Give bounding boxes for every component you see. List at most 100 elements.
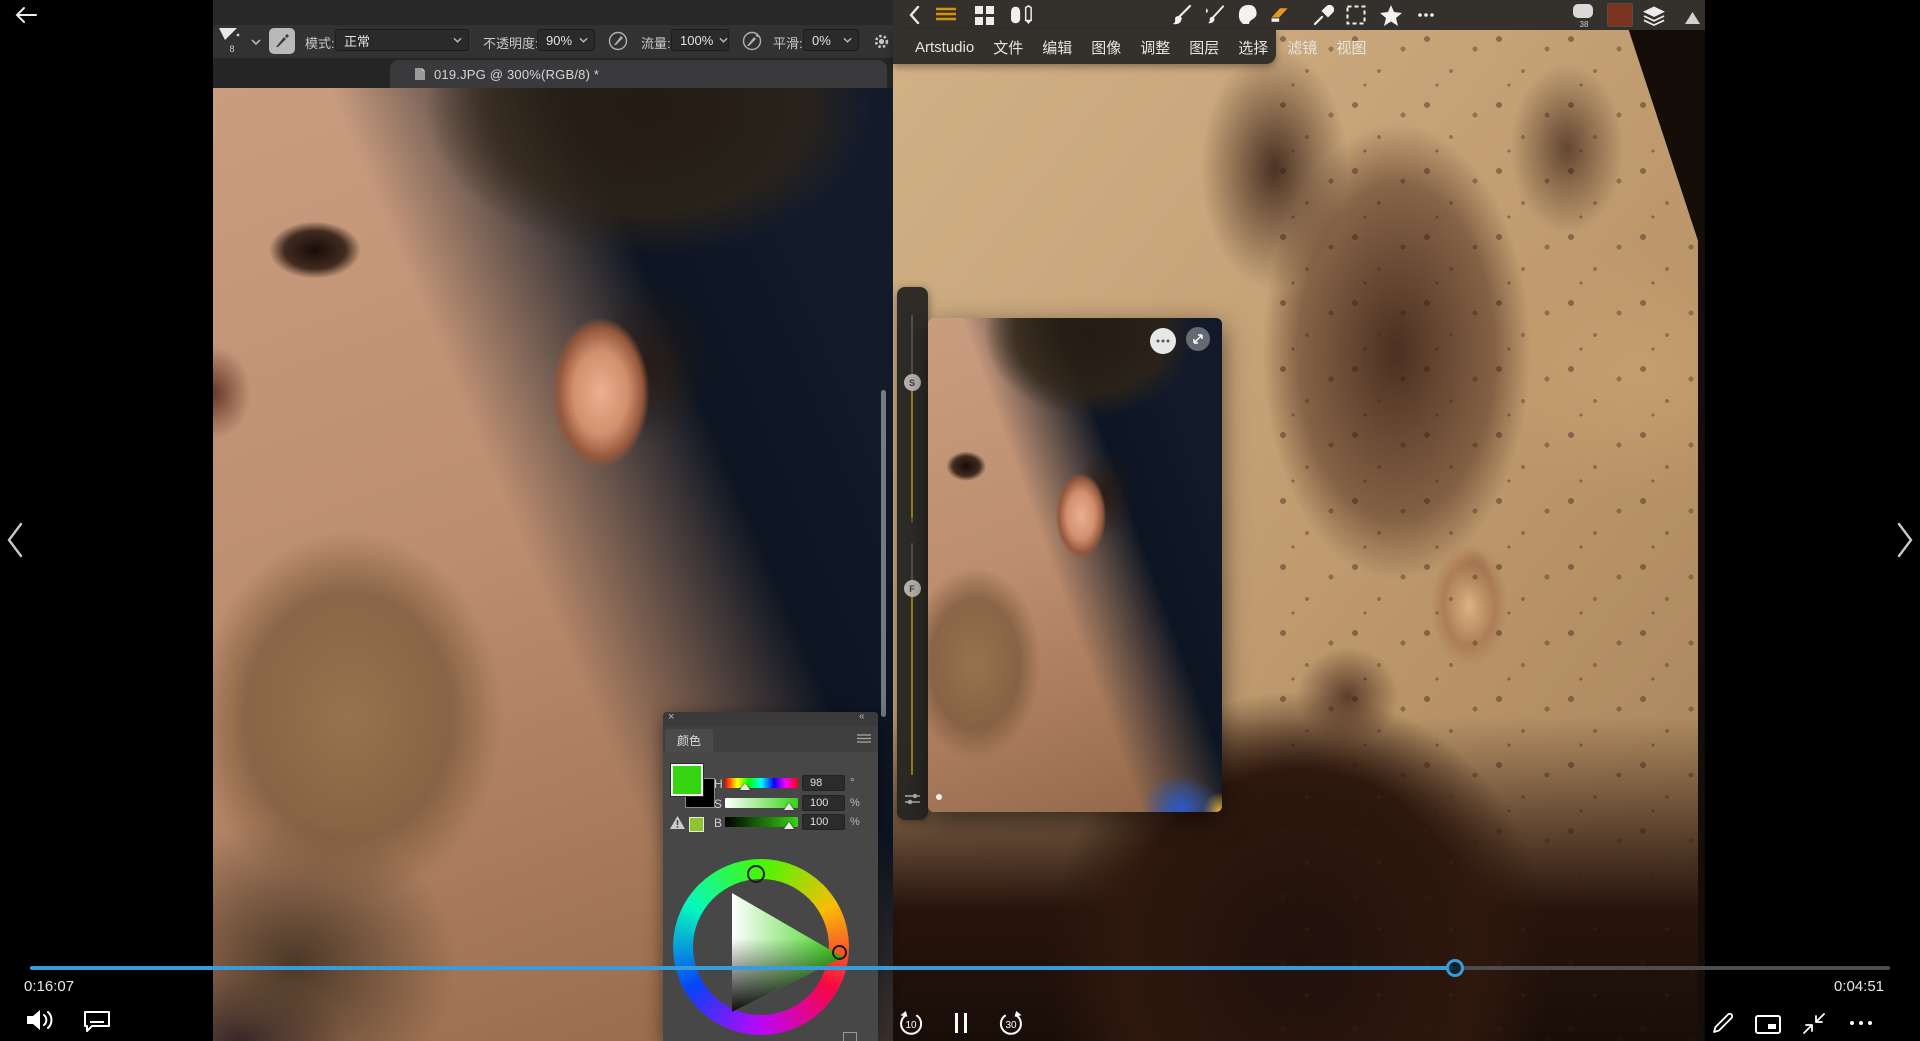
paint-tool-button[interactable] <box>1170 4 1192 26</box>
hue-label: H <box>714 777 723 791</box>
current-time: 0:16:07 <box>24 978 74 995</box>
artstudio-icon-bar: 38 <box>893 0 1705 30</box>
timeline-playhead[interactable] <box>1446 959 1464 977</box>
mode-dropdown[interactable]: 正常 <box>335 29 469 51</box>
smoothing-dropdown[interactable]: 0% <box>803 29 859 51</box>
annotate-button[interactable] <box>1710 1010 1736 1036</box>
document-tab[interactable]: 019.JPG @ 300%(RGB/8) * <box>390 60 887 88</box>
vertical-scrollbar[interactable] <box>881 390 886 717</box>
timeline-track[interactable] <box>30 966 1890 970</box>
saturation-slider-marker[interactable] <box>784 803 794 810</box>
saturation-value-field[interactable]: 100 <box>802 795 845 811</box>
hamburger-menu-icon <box>935 7 957 23</box>
smudge-tool-button[interactable] <box>1236 4 1258 26</box>
wet-paint-tool-button[interactable] <box>1203 4 1225 26</box>
layers-icon <box>1643 6 1665 27</box>
mode-value: 正常 <box>344 31 370 50</box>
collapse-panel-icon[interactable]: « <box>859 711 865 722</box>
brightness-value: 100 <box>810 816 828 828</box>
menu-adjust[interactable]: 调整 <box>1140 37 1170 58</box>
exit-fullscreen-button[interactable] <box>1801 1011 1827 1035</box>
wet-brush-icon <box>1203 4 1225 26</box>
flow-dropdown[interactable]: 100% <box>671 29 729 51</box>
tools-button[interactable] <box>1011 4 1033 26</box>
sv-selection-marker[interactable] <box>832 945 847 960</box>
previous-video-button[interactable] <box>6 522 24 558</box>
gear-icon[interactable] <box>873 33 890 50</box>
hue-slider[interactable] <box>725 778 798 788</box>
volume-button[interactable] <box>24 1006 56 1034</box>
reference-resize-button[interactable] <box>1186 327 1210 351</box>
brush-size-indicator[interactable]: 38 <box>1573 4 1595 28</box>
hue-value-field[interactable]: 98 <box>802 775 845 791</box>
flow-slider-handle[interactable]: F <box>904 580 921 597</box>
current-color-swatch[interactable] <box>1607 3 1633 27</box>
opacity-value: 90% <box>546 33 572 48</box>
collapse-panel-button[interactable] <box>1681 7 1703 29</box>
menu-select[interactable]: 选择 <box>1238 37 1268 58</box>
back-button[interactable] <box>14 5 38 25</box>
pressure-opacity-icon[interactable] <box>607 30 629 52</box>
brightness-value-field[interactable]: 100 <box>802 814 845 830</box>
brush-panel-toggle[interactable] <box>269 28 295 54</box>
reference-options-button[interactable] <box>1150 328 1176 354</box>
main-menu-button[interactable] <box>935 4 957 26</box>
resize-arrows-icon <box>1192 333 1204 345</box>
close-icon[interactable]: × <box>668 711 674 723</box>
reference-corner-handle[interactable] <box>936 794 942 800</box>
document-title: 019.JPG @ 300%(RGB/8) * <box>434 67 599 82</box>
reference-photo <box>928 318 1222 812</box>
paint-splatter-texture <box>1273 27 1699 1041</box>
color-wheel[interactable] <box>673 859 849 1035</box>
brightness-label: B <box>714 816 722 830</box>
panel-menu-icon[interactable] <box>857 734 871 743</box>
brightness-row: B 100 % <box>663 814 878 832</box>
more-tools-button[interactable] <box>1415 4 1437 26</box>
brush-preset-preview[interactable]: 8 <box>218 27 246 57</box>
pause-bar <box>955 1013 958 1033</box>
next-video-button[interactable] <box>1896 522 1914 558</box>
size-slider-handle[interactable]: S <box>904 374 921 391</box>
brightness-slider-marker[interactable] <box>784 822 794 829</box>
selection-tool-button[interactable] <box>1345 4 1367 26</box>
gallery-button[interactable] <box>973 4 995 26</box>
menu-filter[interactable]: 滤镜 <box>1287 37 1317 58</box>
menu-artstudio[interactable]: Artstudio <box>915 39 974 56</box>
pause-button[interactable] <box>952 1012 970 1034</box>
menu-file[interactable]: 文件 <box>993 37 1023 58</box>
smoothing-value: 0% <box>812 33 831 48</box>
skip-forward-30-button[interactable]: 30 <box>996 1010 1026 1038</box>
flow-value: 100% <box>680 33 713 48</box>
menu-layer[interactable]: 图层 <box>1189 37 1219 58</box>
smudge-finger-icon <box>1237 4 1258 26</box>
menu-view[interactable]: 视图 <box>1336 37 1366 58</box>
skip-back-10-button[interactable]: 10 <box>896 1010 926 1038</box>
slider-settings-icon[interactable] <box>905 792 920 806</box>
eraser-tool-button-active[interactable] <box>1269 4 1291 26</box>
subtitles-button[interactable] <box>82 1009 112 1033</box>
favorites-button[interactable] <box>1380 4 1402 26</box>
opacity-dropdown[interactable]: 90% <box>537 29 595 51</box>
more-options-button[interactable] <box>1847 1019 1875 1027</box>
brush-preset-chevron-icon[interactable] <box>251 39 261 45</box>
miniplayer-button[interactable] <box>1754 1014 1782 1034</box>
hue-ring-marker[interactable] <box>747 865 765 883</box>
airbrush-icon[interactable] <box>741 30 763 52</box>
back-chevron-button[interactable] <box>903 4 925 26</box>
menu-image[interactable]: 图像 <box>1091 37 1121 58</box>
grid-icon <box>975 6 994 25</box>
chevron-left-icon <box>909 6 920 24</box>
shrink-arrows-icon <box>1802 1012 1826 1035</box>
saturation-row: S 100 % <box>663 795 878 813</box>
tab-color[interactable]: 颜色 <box>665 729 713 752</box>
flow-slider-fill <box>911 596 913 775</box>
reference-image-window[interactable] <box>928 318 1222 812</box>
panel-resize-icon[interactable] <box>843 1032 857 1041</box>
video-player-frame: 8 模式: 正常 不透明度: 90% 流量: <box>0 0 1920 1041</box>
layers-button[interactable] <box>1643 5 1665 27</box>
eraser-icon <box>1269 5 1291 25</box>
saturation-label: S <box>714 797 722 811</box>
hue-slider-marker[interactable] <box>740 783 750 790</box>
eyedropper-tool-button[interactable] <box>1312 4 1334 26</box>
menu-edit[interactable]: 编辑 <box>1042 37 1072 58</box>
